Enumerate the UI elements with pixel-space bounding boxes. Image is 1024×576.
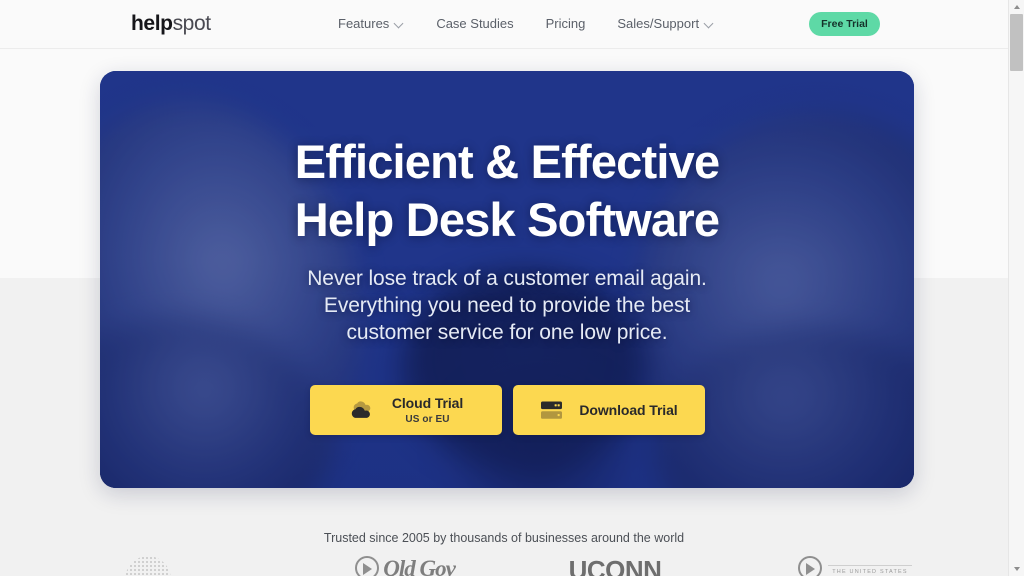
chevron-down-icon (395, 19, 404, 28)
scrollbar-track[interactable] (1009, 14, 1024, 562)
scrollbar-thumb[interactable] (1010, 14, 1023, 71)
customer-logo-row: Qld Gov UCONN THE UNITED STATES (0, 556, 1008, 576)
nav-item-label: Features (338, 16, 390, 31)
main-navigation: Features Case Studies Pricing Sales/Supp… (338, 14, 730, 34)
hero-title-line-1: Efficient & Effective (294, 135, 720, 188)
nav-item-features[interactable]: Features (338, 14, 420, 34)
logo-uconn: UCONN (545, 556, 685, 576)
hero-content: Efficient & Effective Help Desk Software… (100, 71, 914, 488)
hero-subtitle: Never lose track of a customer email aga… (247, 265, 767, 346)
cloud-trial-sublabel: US or EU (405, 413, 450, 425)
cloud-trial-button[interactable]: Cloud Trial US or EU (309, 385, 502, 435)
download-trial-button[interactable]: Download Trial (512, 385, 705, 435)
scroll-up-button[interactable] (1009, 0, 1024, 14)
scroll-up-arrow-icon (1013, 5, 1020, 9)
circle-arrow-icon (798, 556, 823, 576)
logo-united-states-seal: THE UNITED STATES (740, 556, 970, 576)
chevron-down-icon (705, 19, 714, 28)
nav-item-label: Pricing (545, 16, 586, 31)
vertical-scrollbar[interactable] (1008, 0, 1024, 576)
trust-headline: Trusted since 2005 by thousands of busin… (323, 531, 685, 545)
circle-arrow-icon (355, 556, 380, 576)
browser-page: helpspot Features Case Studies Pricing S… (0, 0, 1024, 576)
cloud-trial-label: Cloud Trial (391, 394, 464, 411)
nav-item-sales-support[interactable]: Sales/Support (601, 14, 730, 34)
hero-title-line-2: Help Desk Software (294, 193, 720, 246)
dotted-arc-icon (125, 556, 171, 576)
site-header: helpspot Features Case Studies Pricing S… (0, 0, 1008, 49)
nav-item-pricing[interactable]: Pricing (530, 14, 602, 34)
scroll-down-arrow-icon (1013, 567, 1020, 571)
site-logo[interactable]: helpspot (131, 11, 211, 37)
hero-subtitle-line-2: Everything you need to provide the best (323, 294, 691, 317)
hero-subtitle-line-1: Never lose track of a customer email aga… (307, 267, 707, 290)
nav-item-label: Sales/Support (617, 16, 700, 31)
page-viewport: helpspot Features Case Studies Pricing S… (0, 0, 1008, 576)
logo-wordmark: Qld Gov (383, 556, 456, 576)
scroll-down-button[interactable] (1009, 562, 1024, 576)
hero-banner: Efficient & Effective Help Desk Software… (100, 71, 914, 488)
cloud-trial-labels: Cloud Trial US or EU (392, 396, 463, 425)
hero-title: Efficient & Effective Help Desk Software (127, 133, 887, 249)
hero-cta-row: Cloud Trial US or EU Download Trial (309, 385, 705, 435)
logo-text-light: spot (172, 12, 211, 35)
logo-wordmark: UCONN (568, 556, 662, 576)
nav-item-case-studies[interactable]: Case Studies (420, 14, 529, 34)
nav-item-label: Case Studies (436, 16, 514, 31)
hero-subtitle-line-3: customer service for one low price. (346, 321, 668, 344)
logo-wordmark: THE UNITED STATES (828, 565, 912, 576)
free-trial-button[interactable]: Free Trial (809, 12, 880, 36)
download-trial-label: Download Trial (579, 402, 678, 418)
logo-qld-gov: Qld Gov (330, 556, 480, 576)
cloud-icon (351, 401, 371, 418)
server-stack-icon (541, 401, 563, 419)
logo-text-bold: help (131, 12, 173, 35)
logo-dotted-arc (108, 556, 188, 576)
